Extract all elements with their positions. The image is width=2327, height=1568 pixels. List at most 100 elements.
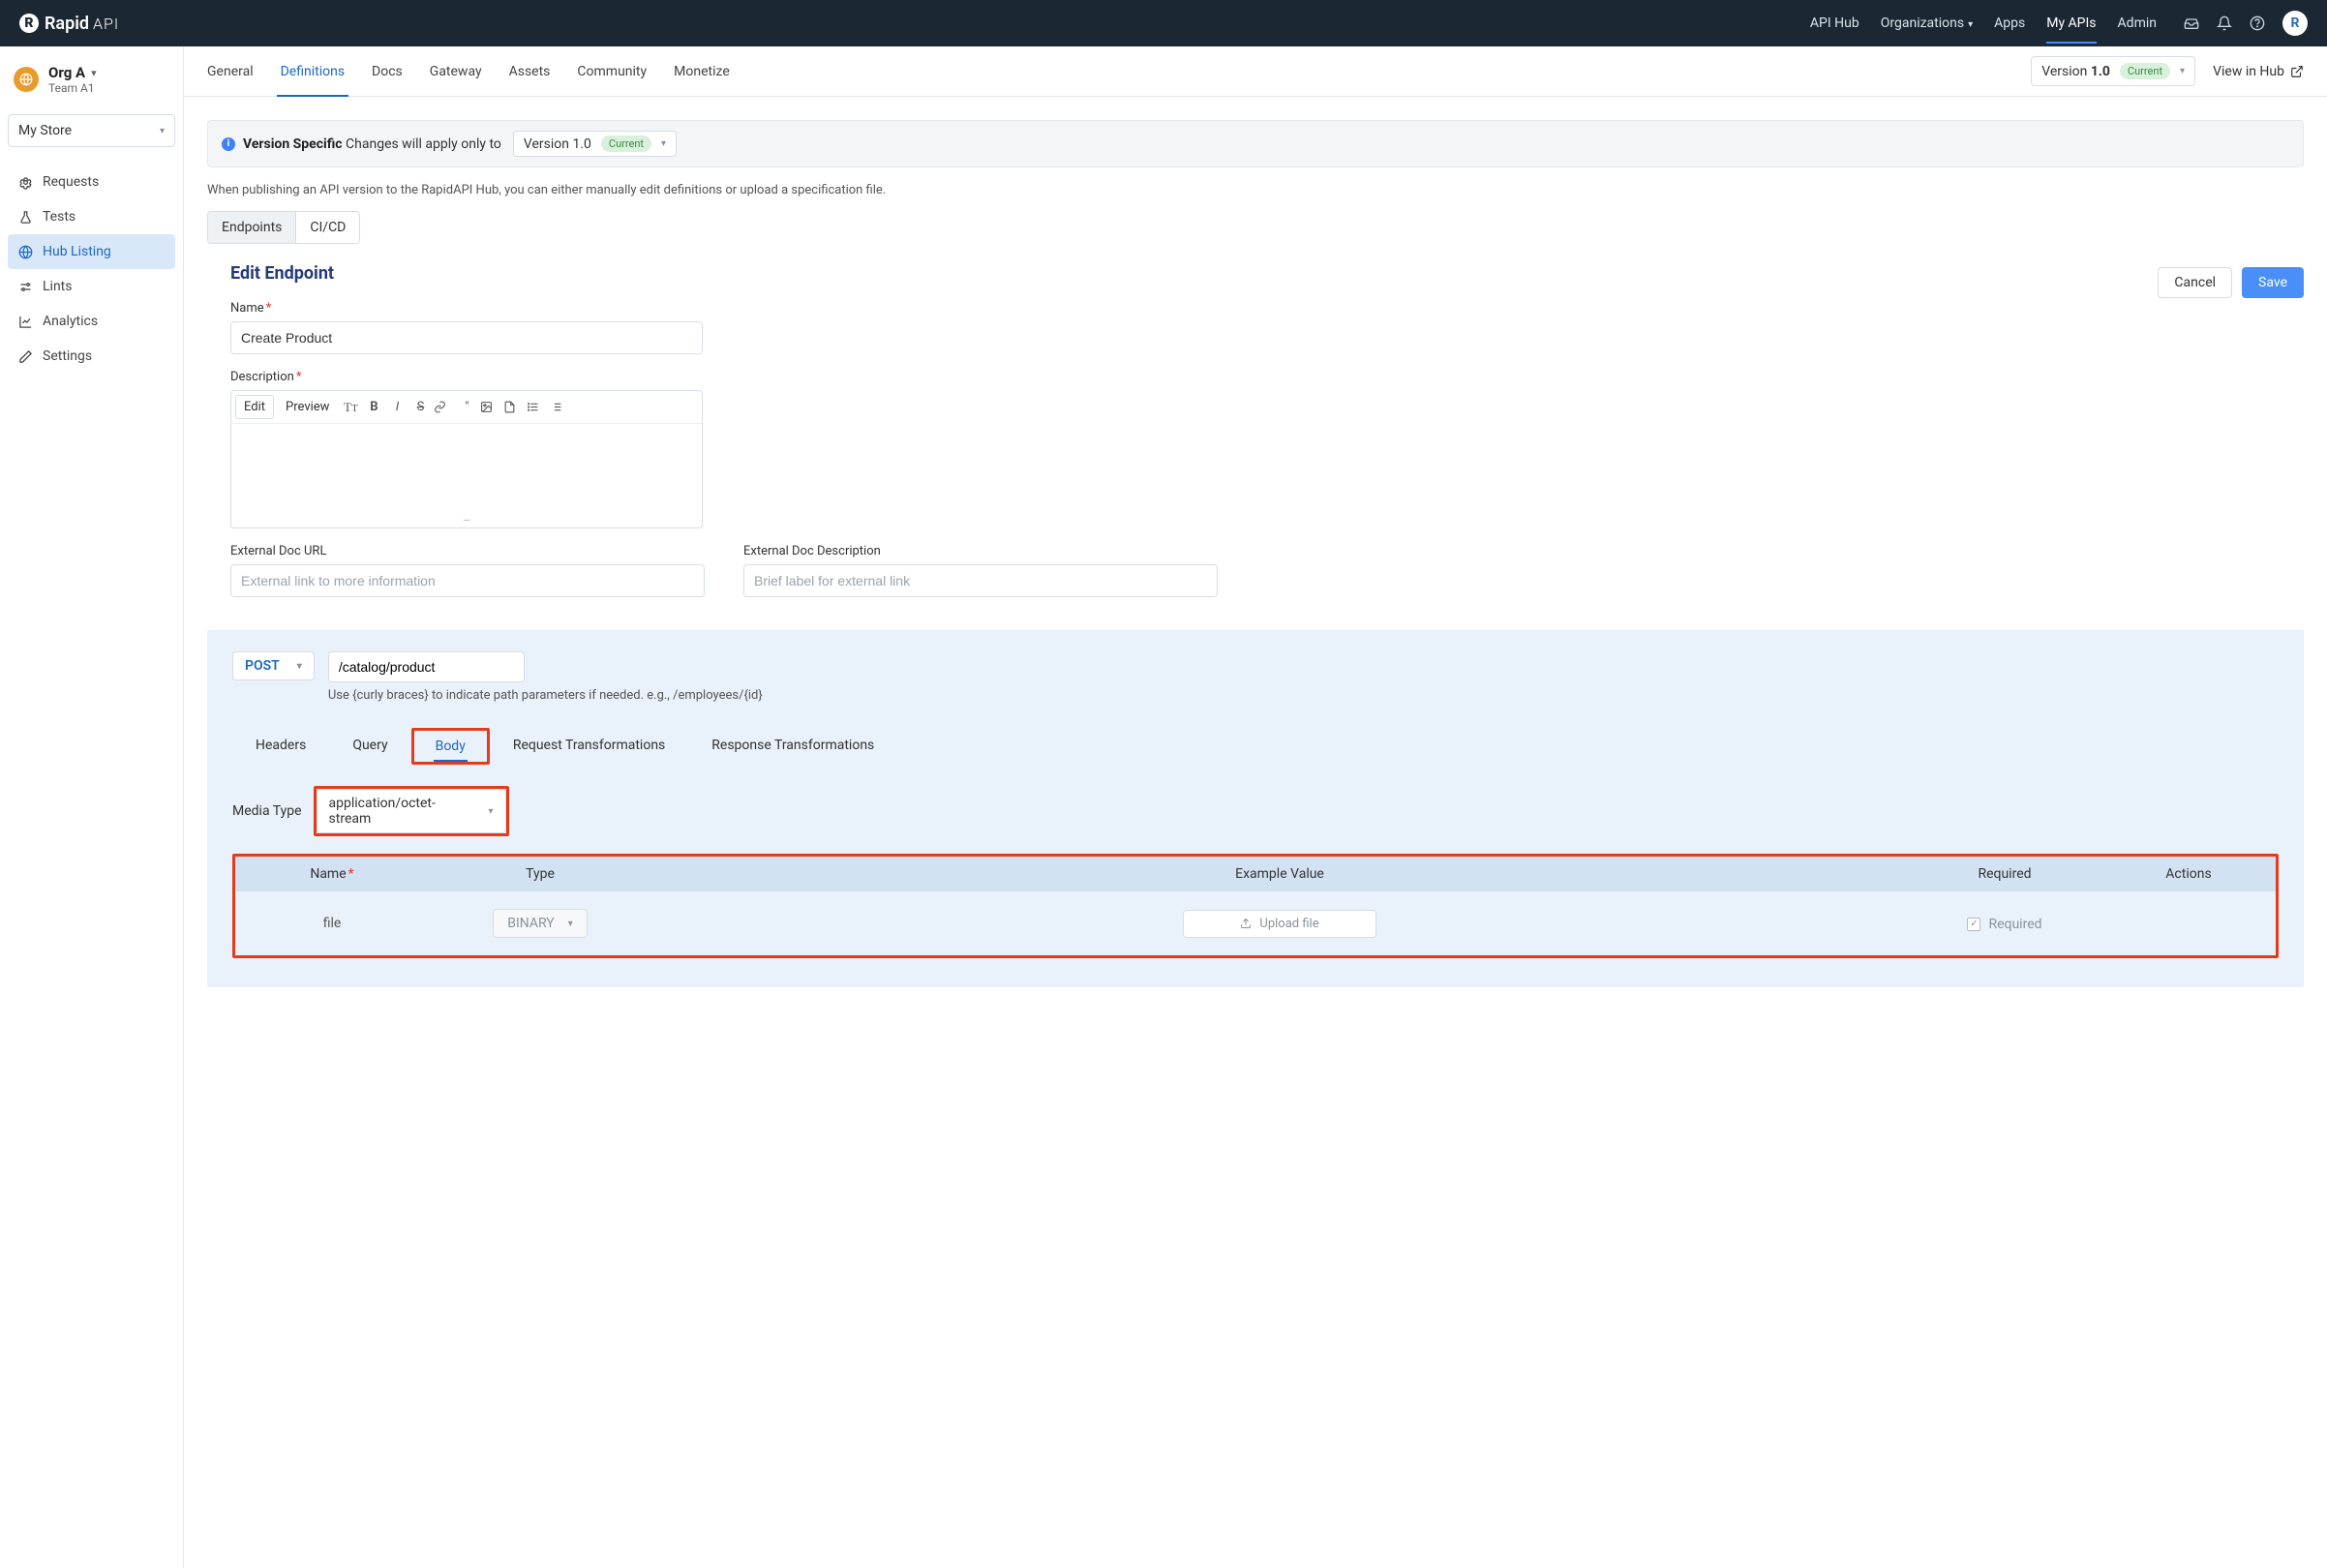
highlight-body-table: Name* Type Example Value Required Action…: [232, 854, 2279, 958]
sub-nav: General Definitions Docs Gateway Assets …: [184, 46, 2327, 97]
save-button[interactable]: Save: [2242, 267, 2304, 298]
current-badge: Current: [601, 136, 651, 152]
banner-text: Changes will apply only to: [346, 136, 501, 152]
sidebar-item-tests[interactable]: Tests: [8, 199, 175, 234]
required-label: Required: [1988, 917, 2041, 932]
bell-icon[interactable]: [2217, 15, 2232, 31]
cancel-button[interactable]: Cancel: [2158, 267, 2232, 298]
brand-suffix: API: [93, 15, 119, 33]
main: General Definitions Docs Gateway Assets …: [184, 46, 2327, 1568]
ext-desc-label: External Doc Description: [743, 544, 1218, 558]
globe-icon: [17, 245, 33, 259]
highlight-body-tab: Body: [411, 728, 490, 765]
ext-url-input[interactable]: [230, 564, 705, 597]
ext-url-label: External Doc URL: [230, 544, 705, 558]
top-nav: API Hub Organizations▾ Apps My APIs Admi…: [1810, 3, 2157, 44]
rte-preview-button[interactable]: Preview: [278, 396, 337, 418]
store-label: My Store: [18, 123, 72, 138]
view-in-hub-link[interactable]: View in Hub: [2213, 64, 2304, 79]
pilltab-cicd[interactable]: CI/CD: [296, 212, 359, 243]
sidebar: Org A ▾ Team A1 My Store ▾ Requests Test…: [0, 46, 184, 1568]
store-select[interactable]: My Store ▾: [8, 114, 175, 147]
current-badge: Current: [2120, 63, 2170, 79]
description-textarea[interactable]: [231, 424, 702, 511]
publish-hint: When publishing an API version to the Ra…: [207, 183, 2304, 197]
link-icon[interactable]: [434, 401, 453, 413]
rte-edit-button[interactable]: Edit: [235, 395, 274, 419]
type-select[interactable]: BINARY ▾: [493, 909, 588, 938]
ext-desc-input[interactable]: [743, 564, 1218, 597]
tab-monetize[interactable]: Monetize: [674, 46, 730, 96]
path-hint: Use {curly braces} to indicate path para…: [328, 688, 2279, 703]
method-select[interactable]: POST ▾: [232, 651, 315, 680]
required-asterisk: *: [296, 370, 302, 384]
upload-label: Upload file: [1259, 917, 1318, 931]
param-tabs: Headers Query Body Request Transformatio…: [232, 728, 2279, 765]
quote-icon[interactable]: ": [457, 400, 476, 414]
tab-community[interactable]: Community: [577, 46, 647, 96]
inline-version-label: Version 1.0: [524, 136, 591, 152]
version-banner: i Version Specific Changes will apply on…: [207, 120, 2304, 167]
nav-apps[interactable]: Apps: [1994, 3, 2025, 44]
sidebar-item-settings[interactable]: Settings: [8, 339, 175, 374]
param-tab-request-transformations[interactable]: Request Transformations: [490, 728, 688, 765]
team-name: Team A1: [48, 81, 97, 95]
nav-api-hub[interactable]: API Hub: [1810, 3, 1859, 44]
image-icon[interactable]: [480, 401, 499, 413]
strikethrough-icon[interactable]: S: [410, 400, 430, 414]
version-select[interactable]: Version 1.0 Current ▾: [2031, 56, 2195, 86]
org-switcher[interactable]: Org A ▾ Team A1: [0, 64, 183, 106]
bullet-list-icon[interactable]: [527, 401, 546, 413]
param-tab-query[interactable]: Query: [329, 728, 410, 765]
pilltab-endpoints[interactable]: Endpoints: [208, 212, 296, 243]
tab-definitions[interactable]: Definitions: [281, 46, 345, 96]
sliders-icon: [17, 280, 33, 294]
banner-strong: Version Specific: [243, 136, 343, 152]
sidebar-item-label: Settings: [43, 348, 92, 364]
body-table-row: file BINARY ▾ Upload file: [235, 891, 2276, 955]
upload-file-button[interactable]: Upload file: [1183, 910, 1376, 938]
avatar[interactable]: R: [2282, 11, 2308, 36]
inbox-icon[interactable]: [2184, 15, 2199, 31]
version-label: Version 1.0: [2041, 64, 2110, 79]
name-input[interactable]: [230, 321, 703, 354]
external-link-icon: [2290, 65, 2304, 78]
numbered-list-icon[interactable]: [550, 401, 569, 413]
media-type-value: application/octet-stream: [329, 796, 450, 827]
col-actions: Actions: [2101, 866, 2276, 882]
text-size-icon[interactable]: TT: [341, 400, 360, 415]
tab-assets[interactable]: Assets: [509, 46, 551, 96]
tab-general[interactable]: General: [207, 46, 254, 96]
rte-resize-handle[interactable]: …: [231, 511, 702, 528]
help-icon[interactable]: [2250, 15, 2265, 31]
param-tab-headers[interactable]: Headers: [232, 728, 329, 765]
sidebar-item-analytics[interactable]: Analytics: [8, 304, 175, 339]
required-checkbox[interactable]: ✓: [1967, 918, 1980, 931]
brand[interactable]: R RapidAPI: [19, 14, 119, 34]
nav-organizations[interactable]: Organizations▾: [1881, 3, 1973, 44]
sidebar-item-requests[interactable]: Requests: [8, 165, 175, 199]
sidebar-item-label: Lints: [43, 279, 72, 294]
top-bar: R RapidAPI API Hub Organizations▾ Apps M…: [0, 0, 2327, 46]
bold-icon[interactable]: B: [364, 400, 383, 414]
sidebar-item-lints[interactable]: Lints: [8, 269, 175, 304]
tab-gateway[interactable]: Gateway: [430, 46, 482, 96]
type-value: BINARY: [507, 916, 554, 931]
endpoint-panel: POST ▾ Use {curly braces} to indicate pa…: [207, 630, 2304, 987]
media-type-select[interactable]: application/octet-stream ▾: [317, 789, 506, 833]
nav-admin[interactable]: Admin: [2118, 3, 2157, 44]
brand-name: Rapid: [45, 14, 89, 34]
param-tab-response-transformations[interactable]: Response Transformations: [688, 728, 897, 765]
tab-docs[interactable]: Docs: [372, 46, 403, 96]
banner-version-select[interactable]: Version 1.0 Current ▾: [513, 131, 677, 157]
sidebar-item-hub-listing[interactable]: Hub Listing: [8, 234, 175, 269]
section-title: Edit Endpoint: [230, 263, 334, 284]
brand-logo-icon: R: [19, 14, 39, 33]
param-tab-body[interactable]: Body: [414, 731, 487, 762]
file-icon[interactable]: [503, 401, 523, 413]
chevron-down-icon: ▾: [1968, 19, 1973, 30]
path-input[interactable]: [328, 651, 525, 682]
italic-icon[interactable]: I: [387, 400, 407, 414]
nav-my-apis[interactable]: My APIs: [2046, 3, 2096, 44]
description-editor: Edit Preview TT B I S ": [230, 390, 703, 528]
